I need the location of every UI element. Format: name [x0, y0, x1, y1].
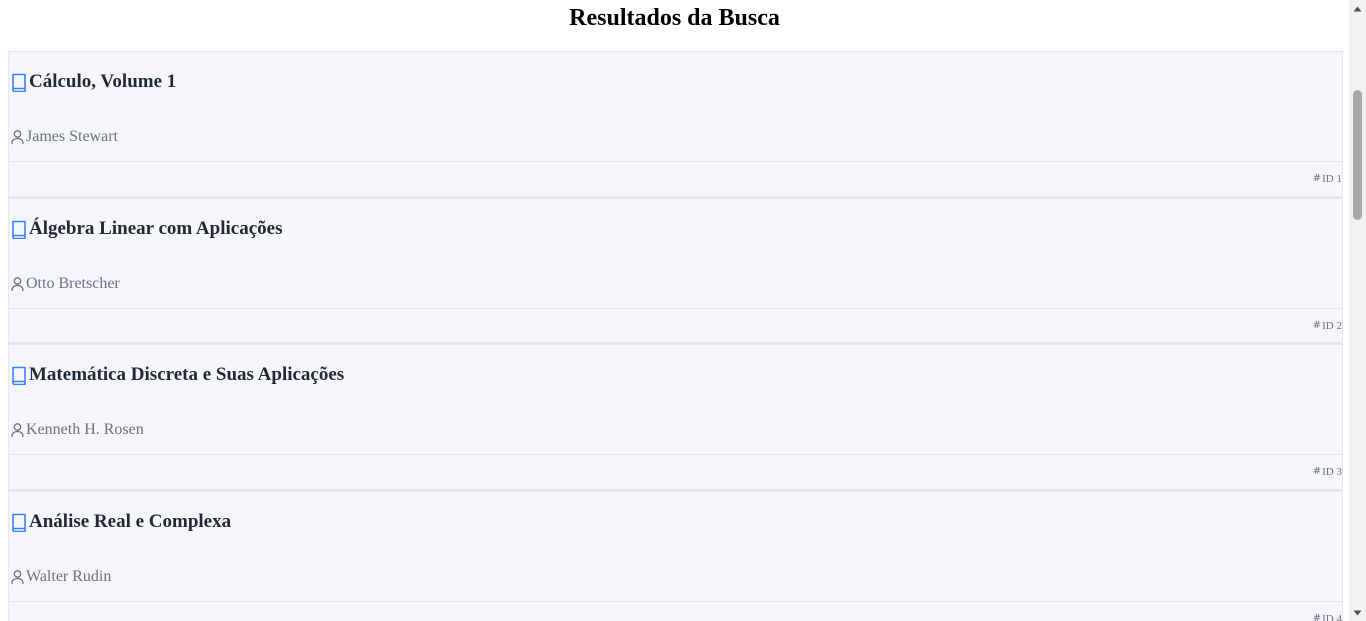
- book-icon: [10, 72, 28, 93]
- result-card[interactable]: Análise Real e Complexa Walter Rudin # I…: [8, 490, 1343, 621]
- hash-icon: #: [1312, 319, 1322, 331]
- book-title[interactable]: Análise Real e Complexa: [29, 511, 231, 533]
- result-card[interactable]: Cálculo, Volume 1 James Stewart # ID 1: [8, 51, 1343, 198]
- author-name: James Stewart: [26, 128, 118, 145]
- result-title-row: Análise Real e Complexa: [10, 511, 231, 533]
- page-title: Resultados da Busca: [569, 5, 780, 31]
- user-icon: [10, 276, 25, 292]
- result-card-footer: # ID 3: [9, 455, 1342, 489]
- user-icon: [10, 569, 25, 585]
- result-card-footer: # ID 2: [9, 309, 1342, 343]
- result-id: ID 1: [1322, 173, 1342, 185]
- book-icon: [10, 219, 28, 239]
- result-id-row: # ID 4: [1313, 613, 1342, 621]
- result-id: ID 3: [1322, 466, 1342, 478]
- search-results-page: Resultados da Busca Cálculo, Volume 1 Ja…: [0, 0, 1349, 621]
- result-card-header: Cálculo, Volume 1 James Stewart: [9, 52, 1342, 162]
- result-author-row: Walter Rudin: [10, 567, 111, 587]
- author-name: Kenneth H. Rosen: [26, 421, 144, 438]
- user-icon: [10, 129, 25, 145]
- result-card-header: Álgebra Linear com Aplicações Otto Brets…: [9, 199, 1342, 309]
- result-author-row: Kenneth H. Rosen: [10, 420, 144, 440]
- book-icon: [10, 365, 28, 386]
- book-title[interactable]: Matemática Discreta e Suas Aplicações: [29, 364, 344, 386]
- result-id: ID 4: [1322, 612, 1342, 621]
- result-id: ID 2: [1322, 319, 1342, 332]
- result-title-row: Matemática Discreta e Suas Aplicações: [10, 364, 344, 386]
- result-card-header: Matemática Discreta e Suas Aplicações Ke…: [9, 345, 1342, 455]
- result-title-row: Álgebra Linear com Aplicações: [10, 218, 282, 240]
- browser-viewport: Resultados da Busca Cálculo, Volume 1 Ja…: [0, 0, 1366, 621]
- result-card[interactable]: Matemática Discreta e Suas Aplicações Ke…: [8, 344, 1343, 491]
- user-icon: [10, 422, 25, 438]
- book-title[interactable]: Cálculo, Volume 1: [29, 71, 176, 93]
- hash-icon: #: [1312, 173, 1322, 184]
- scrollbar-thumb[interactable]: [1353, 90, 1362, 220]
- result-card[interactable]: Álgebra Linear com Aplicações Otto Brets…: [8, 197, 1343, 344]
- result-id-row: # ID 1: [1313, 173, 1342, 185]
- results-list: Cálculo, Volume 1 James Stewart # ID 1 Á…: [8, 51, 1343, 621]
- scroll-up-arrow-icon[interactable]: [1349, 0, 1366, 17]
- author-name: Walter Rudin: [26, 567, 112, 585]
- result-card-footer: # ID 4: [9, 602, 1342, 621]
- result-card-footer: # ID 1: [9, 162, 1342, 196]
- result-author-row: James Stewart: [10, 127, 118, 147]
- result-id-row: # ID 3: [1313, 466, 1342, 478]
- result-card-header: Análise Real e Complexa Walter Rudin: [9, 492, 1342, 602]
- result-id-row: # ID 2: [1313, 320, 1342, 332]
- author-name: Otto Bretscher: [26, 274, 120, 292]
- book-title[interactable]: Álgebra Linear com Aplicações: [29, 218, 282, 240]
- scroll-down-arrow-icon[interactable]: [1349, 604, 1366, 621]
- hash-icon: #: [1312, 466, 1322, 477]
- result-title-row: Cálculo, Volume 1: [10, 71, 176, 93]
- vertical-scrollbar[interactable]: [1349, 0, 1366, 621]
- hash-icon: #: [1312, 612, 1322, 621]
- result-author-row: Otto Bretscher: [10, 274, 120, 294]
- book-icon: [10, 512, 28, 532]
